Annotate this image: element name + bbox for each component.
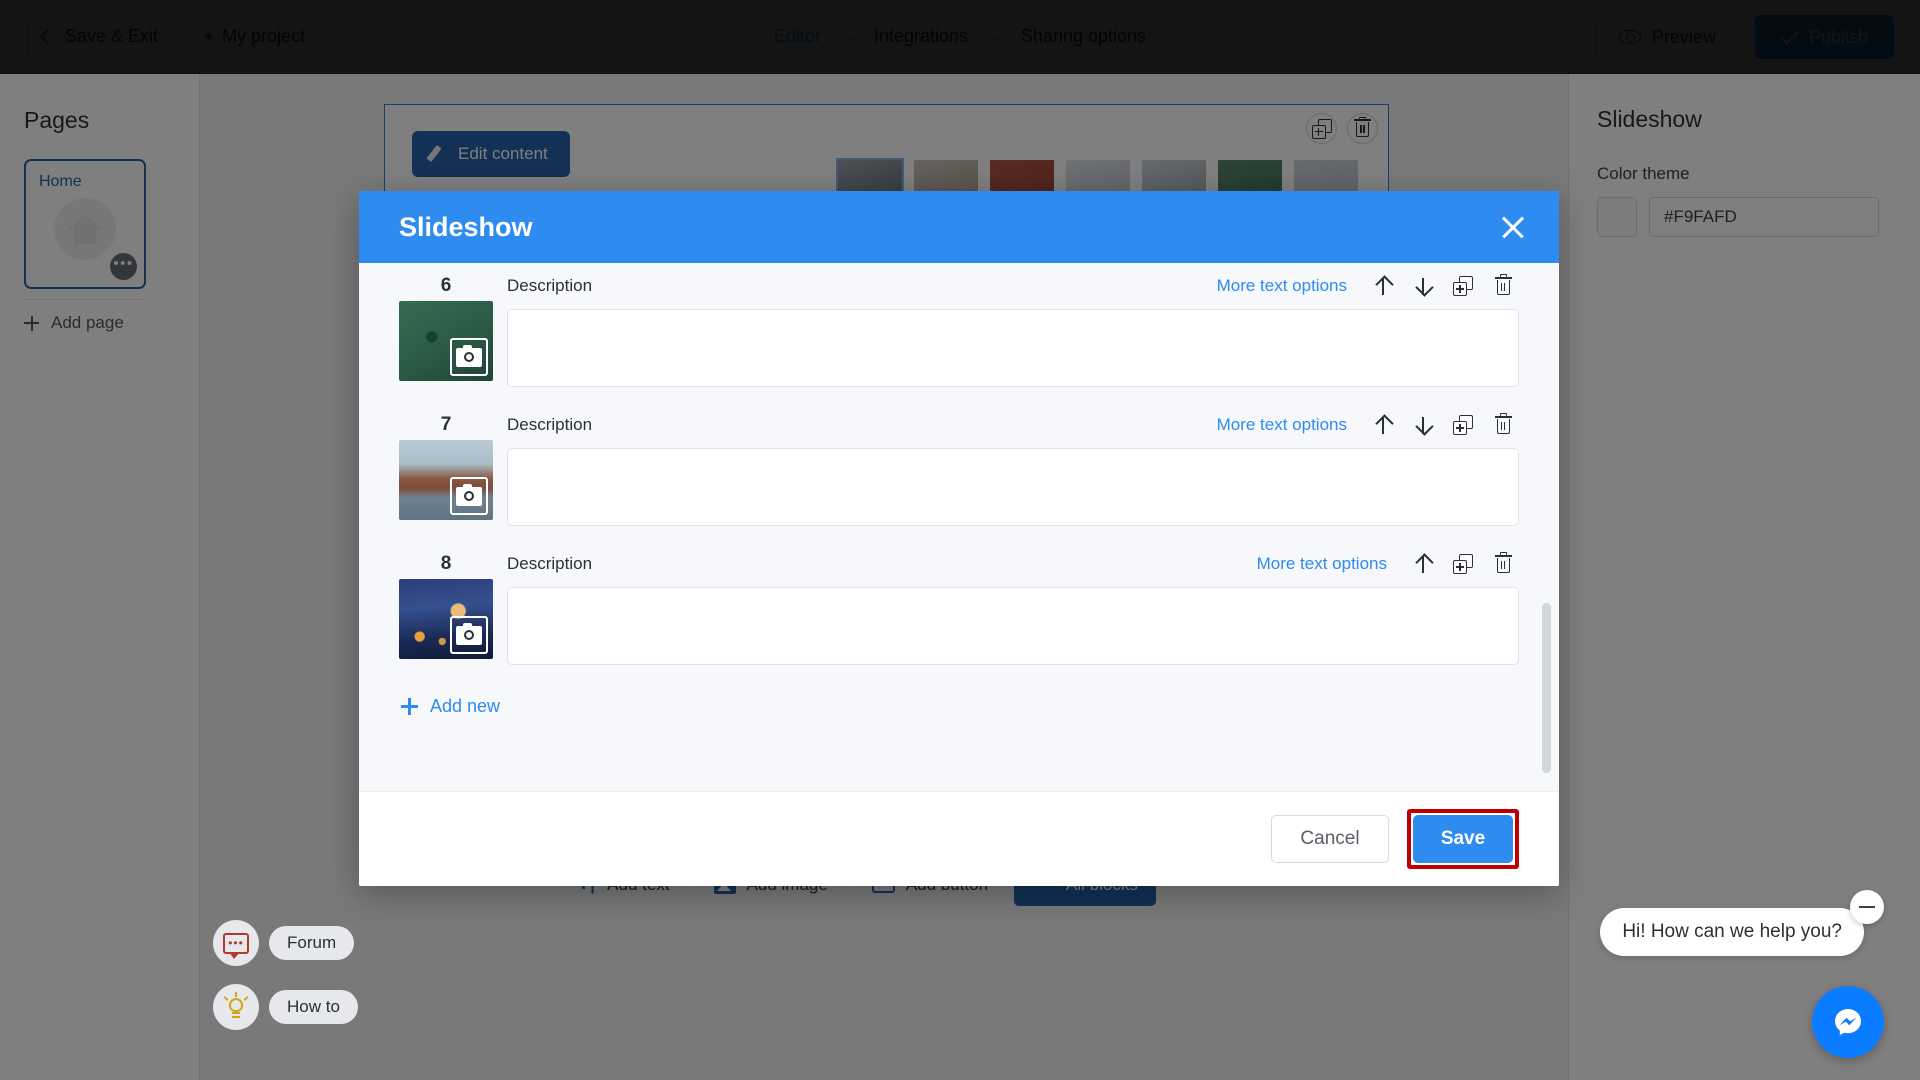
duplicate-slide-button[interactable] (1447, 548, 1479, 580)
close-icon[interactable] (1495, 209, 1531, 245)
duplicate-slide-button[interactable] (1447, 270, 1479, 302)
slide-fields: Description More text options (507, 410, 1519, 526)
chat-bubble-icon: ••• (223, 932, 249, 959)
cancel-button[interactable]: Cancel (1271, 815, 1389, 863)
modal-footer: Cancel Save (359, 791, 1559, 886)
minimize-icon (1859, 905, 1875, 909)
move-down-button[interactable] (1407, 270, 1439, 302)
modal-header: Slideshow (359, 191, 1559, 263)
add-new-label: Add new (430, 696, 501, 716)
slide-row-header: Description More text options (507, 271, 1519, 301)
more-text-options-link[interactable]: More text options (1217, 276, 1347, 296)
slide-fields: Description More text options (507, 271, 1519, 387)
help-widgets: ••• Forum How to (213, 920, 358, 1048)
camera-icon[interactable] (450, 616, 488, 654)
forum-label: Forum (269, 926, 355, 960)
delete-slide-button[interactable] (1487, 270, 1519, 302)
move-down-button[interactable] (1407, 409, 1439, 441)
more-text-options-link[interactable]: More text options (1257, 554, 1387, 574)
add-new-slide-button[interactable]: Add new (401, 696, 1519, 717)
slide-number: 6 (440, 275, 452, 296)
slide-actions: More text options (1217, 409, 1519, 441)
slide-thumbnail[interactable] (399, 579, 493, 659)
backdrop-top (0, 0, 1920, 74)
description-label: Description (507, 554, 593, 573)
description-label: Description (507, 276, 593, 295)
slide-thumb-col: 6 (399, 271, 507, 387)
move-up-button[interactable] (1367, 270, 1399, 302)
messenger-icon (1835, 1009, 1861, 1036)
slide-row: 8 Description More text options (399, 549, 1519, 688)
slide-number: 7 (440, 414, 452, 435)
slide-number: 8 (440, 553, 452, 574)
duplicate-slide-button[interactable] (1447, 409, 1479, 441)
slide-row: 6 Description More text options (399, 271, 1519, 410)
slide-row-header: Description More text options (507, 549, 1519, 579)
more-text-options-link[interactable]: More text options (1217, 415, 1347, 435)
chat-greeting: Hi! How can we help you? (1600, 908, 1864, 956)
description-input[interactable] (507, 587, 1519, 665)
slide-list: 6 Description More text options 7 Descri… (359, 263, 1559, 717)
how-to-widget[interactable]: How to (213, 984, 358, 1030)
save-button[interactable]: Save (1413, 815, 1513, 863)
slide-thumbnail[interactable] (399, 301, 493, 381)
slide-fields: Description More text options (507, 549, 1519, 665)
slide-thumb-col: 8 (399, 549, 507, 665)
description-input[interactable] (507, 448, 1519, 526)
description-label: Description (507, 415, 593, 434)
forum-icon-circle: ••• (213, 920, 259, 966)
camera-icon[interactable] (450, 477, 488, 515)
chat-minimize-button[interactable] (1850, 890, 1884, 924)
delete-slide-button[interactable] (1487, 548, 1519, 580)
slideshow-modal: Slideshow 6 Description More text option… (359, 191, 1559, 886)
slide-actions: More text options (1217, 270, 1519, 302)
move-up-button[interactable] (1407, 548, 1439, 580)
lightbulb-icon (223, 992, 249, 1021)
camera-icon[interactable] (450, 338, 488, 376)
chat-launcher-button[interactable] (1812, 986, 1884, 1058)
slide-thumb-col: 7 (399, 410, 507, 526)
move-up-button[interactable] (1367, 409, 1399, 441)
slide-thumbnail[interactable] (399, 440, 493, 520)
modal-body: 6 Description More text options 7 Descri… (359, 263, 1559, 791)
forum-widget[interactable]: ••• Forum (213, 920, 358, 966)
description-input[interactable] (507, 309, 1519, 387)
how-to-icon-circle (213, 984, 259, 1030)
slide-row: 7 Description More text options (399, 410, 1519, 549)
delete-slide-button[interactable] (1487, 409, 1519, 441)
plus-icon (401, 698, 418, 715)
how-to-label: How to (269, 990, 358, 1024)
modal-scrollbar[interactable] (1542, 603, 1551, 773)
modal-title: Slideshow (399, 211, 533, 242)
slide-actions: More text options (1257, 548, 1519, 580)
save-button-highlight: Save (1407, 809, 1519, 869)
slide-row-header: Description More text options (507, 410, 1519, 440)
